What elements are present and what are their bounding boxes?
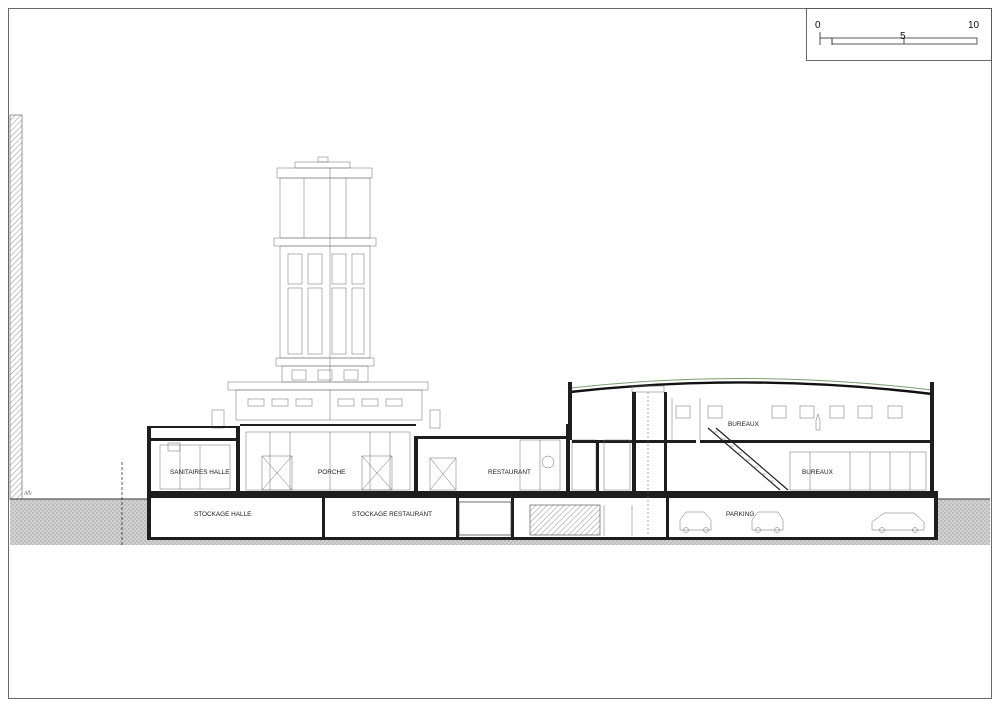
basement bbox=[147, 495, 938, 540]
label-stockage-halle: STOCKAGE HALLE bbox=[194, 511, 251, 518]
label-parking: PARKING bbox=[726, 511, 754, 518]
neighbour-wall bbox=[9, 114, 23, 501]
label-bureaux-lower: BUREAUX bbox=[802, 469, 834, 476]
sheet-frame bbox=[8, 8, 992, 699]
scale-bar: 0 5 10 bbox=[806, 8, 992, 61]
label-bureaux-upper: BUREAUX bbox=[728, 421, 760, 428]
scale-tick-5: 5 bbox=[900, 31, 906, 42]
section-drawing-sheet: 0 5 10 SANITAIRES HALLE PORCHE RESTAURAN… bbox=[8, 8, 992, 699]
label-restaurant: RESTAURANT bbox=[488, 469, 531, 476]
label-stockage-restaurant: STOCKAGE RESTAURANT bbox=[352, 511, 432, 518]
label-sanitaires-halle: SANITAIRES HALLE bbox=[170, 469, 230, 476]
water-tower bbox=[273, 156, 377, 383]
label-porche: PORCHE bbox=[318, 469, 345, 476]
ground-floor bbox=[147, 424, 938, 495]
porch-elevation bbox=[211, 381, 441, 429]
scale-tick-10: 10 bbox=[968, 20, 980, 31]
scale-tick-0: 0 bbox=[815, 20, 821, 31]
